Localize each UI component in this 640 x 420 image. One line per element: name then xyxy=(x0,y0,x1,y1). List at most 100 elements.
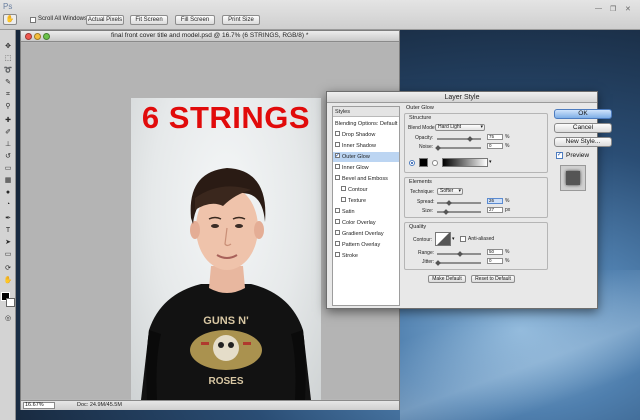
stroke-checkbox[interactable] xyxy=(335,252,340,258)
close-icon[interactable]: ✕ xyxy=(625,5,631,13)
style-item-outer-glow[interactable]: Outer Glow xyxy=(333,151,399,162)
zoom-field[interactable]: 16.67% xyxy=(23,402,55,409)
spread-slider[interactable] xyxy=(437,202,481,204)
drop-shadow-checkbox[interactable] xyxy=(335,131,340,137)
contour-dropdown-icon[interactable]: ▾ xyxy=(452,236,455,242)
technique-select[interactable]: Softer xyxy=(437,188,463,195)
bevel-and-emboss-checkbox[interactable] xyxy=(335,175,340,181)
jitter-slider[interactable] xyxy=(437,262,481,264)
eyedropper-tool-icon[interactable]: ⚲ xyxy=(3,102,13,111)
app-logo: Ps xyxy=(3,2,13,11)
inner-glow-checkbox[interactable] xyxy=(335,164,340,170)
new-style-button[interactable]: New Style... xyxy=(554,137,612,147)
gradient-radio[interactable] xyxy=(432,160,438,166)
satin-checkbox[interactable] xyxy=(335,208,340,214)
brush-tool-icon[interactable]: ✐ xyxy=(3,128,13,137)
structure-title: Structure xyxy=(409,115,432,121)
fill-screen-button[interactable]: Fill Screen xyxy=(175,15,215,25)
noise-slider[interactable] xyxy=(437,147,481,149)
contour-picker[interactable] xyxy=(435,232,451,246)
style-item-blending-options[interactable]: Blending Options: Default xyxy=(333,119,399,129)
outer-glow-pane: Outer Glow Structure Blend Mode: Hard Li… xyxy=(404,105,548,306)
style-item-pattern-overlay[interactable]: Pattern Overlay xyxy=(333,240,399,250)
glow-gradient-picker[interactable] xyxy=(442,158,488,167)
hand-tool-preset-icon[interactable]: ✋ xyxy=(3,14,17,25)
opacity-field[interactable]: 75 xyxy=(487,134,503,140)
type-tool-icon[interactable]: T xyxy=(3,226,13,235)
minimize-icon[interactable]: — xyxy=(595,5,602,12)
style-item-color-overlay[interactable]: Color Overlay xyxy=(333,218,399,228)
print-size-button[interactable]: Print Size xyxy=(222,15,260,25)
close-window-icon[interactable] xyxy=(25,33,32,40)
quick-mask-icon[interactable]: ◎ xyxy=(3,314,13,323)
scroll-all-windows-checkbox[interactable] xyxy=(30,17,36,23)
style-item-stroke[interactable]: Stroke xyxy=(333,251,399,261)
move-tool-icon[interactable]: ✥ xyxy=(3,42,13,51)
path-selection-tool-icon[interactable]: ➤ xyxy=(3,238,13,247)
blur-tool-icon[interactable]: ● xyxy=(3,188,13,197)
texture-checkbox[interactable] xyxy=(341,197,346,203)
3d-rotate-tool-icon[interactable]: ⟳ xyxy=(3,264,13,273)
style-item-contour[interactable]: Contour xyxy=(333,185,399,195)
styles-header[interactable]: Styles xyxy=(333,107,399,117)
contour-checkbox[interactable] xyxy=(341,186,346,192)
ok-button[interactable]: OK xyxy=(554,109,612,119)
style-item-drop-shadow[interactable]: Drop Shadow xyxy=(333,130,399,140)
healing-brush-tool-icon[interactable]: ✚ xyxy=(3,116,13,125)
anti-aliased-checkbox[interactable] xyxy=(460,236,466,242)
style-item-texture[interactable]: Texture xyxy=(333,196,399,206)
minimize-window-icon[interactable] xyxy=(34,33,41,40)
style-item-label: Contour xyxy=(348,187,368,193)
range-field[interactable]: 50 xyxy=(487,249,503,255)
style-item-inner-shadow[interactable]: Inner Shadow xyxy=(333,141,399,151)
gradient-tool-icon[interactable]: ▦ xyxy=(3,176,13,185)
size-unit: px xyxy=(505,207,511,213)
crop-tool-icon[interactable]: ⌗ xyxy=(3,90,13,99)
maximize-icon[interactable]: ❐ xyxy=(610,5,616,13)
fit-screen-button[interactable]: Fit Screen xyxy=(130,15,168,25)
gradient-overlay-checkbox[interactable] xyxy=(335,230,340,236)
background-color-swatch[interactable] xyxy=(6,298,15,307)
marquee-tool-icon[interactable]: ⬚ xyxy=(3,54,13,63)
style-item-inner-glow[interactable]: Inner Glow xyxy=(333,163,399,173)
quick-select-tool-icon[interactable]: ✎ xyxy=(3,78,13,87)
opacity-slider[interactable] xyxy=(437,138,481,140)
preview-checkbox[interactable]: ✓ xyxy=(556,152,563,159)
jitter-label: Jitter: xyxy=(422,259,435,265)
size-field[interactable]: 27 xyxy=(487,207,503,213)
hand-tool-icon[interactable]: ✋ xyxy=(3,276,13,285)
pen-tool-icon[interactable]: ✒ xyxy=(3,214,13,223)
spread-field[interactable]: 26 xyxy=(487,198,503,204)
style-preview-thumbnail xyxy=(560,165,586,191)
noise-field[interactable]: 0 xyxy=(487,143,503,149)
inner-shadow-checkbox[interactable] xyxy=(335,142,340,148)
history-brush-tool-icon[interactable]: ↺ xyxy=(3,152,13,161)
color-overlay-checkbox[interactable] xyxy=(335,219,340,225)
opacity-label: Opacity: xyxy=(415,135,434,141)
spread-unit: % xyxy=(505,198,510,204)
make-default-button[interactable]: Make Default xyxy=(428,275,466,283)
style-item-satin[interactable]: Satin xyxy=(333,207,399,217)
lasso-tool-icon[interactable]: ➰ xyxy=(3,66,13,75)
dodge-tool-icon[interactable]: ◔ xyxy=(3,200,13,209)
actual-pixels-button[interactable]: Actual Pixels xyxy=(86,15,124,25)
reset-to-default-button[interactable]: Reset to Default xyxy=(471,275,515,283)
cancel-button[interactable]: Cancel xyxy=(554,123,612,133)
cover-photo[interactable]: GUNS N' ROSES 6 STRINGS xyxy=(131,98,321,400)
shape-tool-icon[interactable]: ▭ xyxy=(3,250,13,259)
style-item-label: Color Overlay xyxy=(342,220,376,226)
eraser-tool-icon[interactable]: ▭ xyxy=(3,164,13,173)
style-item-label: Satin xyxy=(342,209,355,215)
glow-color-swatch[interactable] xyxy=(419,158,428,167)
outer-glow-checkbox[interactable] xyxy=(335,151,340,161)
gradient-dropdown-icon[interactable]: ▾ xyxy=(489,159,492,165)
style-item-bevel-and-emboss[interactable]: Bevel and Emboss xyxy=(333,174,399,184)
jitter-field[interactable]: 0 xyxy=(487,258,503,264)
zoom-window-icon[interactable] xyxy=(43,33,50,40)
pattern-overlay-checkbox[interactable] xyxy=(335,241,340,247)
quality-group: Quality Contour: ▾ Anti-aliased Range: 5… xyxy=(404,222,548,270)
blend-mode-select[interactable]: Hard Light xyxy=(435,124,485,131)
style-item-gradient-overlay[interactable]: Gradient Overlay xyxy=(333,229,399,239)
clone-stamp-tool-icon[interactable]: ⊥ xyxy=(3,140,13,149)
solid-color-radio[interactable] xyxy=(409,160,415,166)
